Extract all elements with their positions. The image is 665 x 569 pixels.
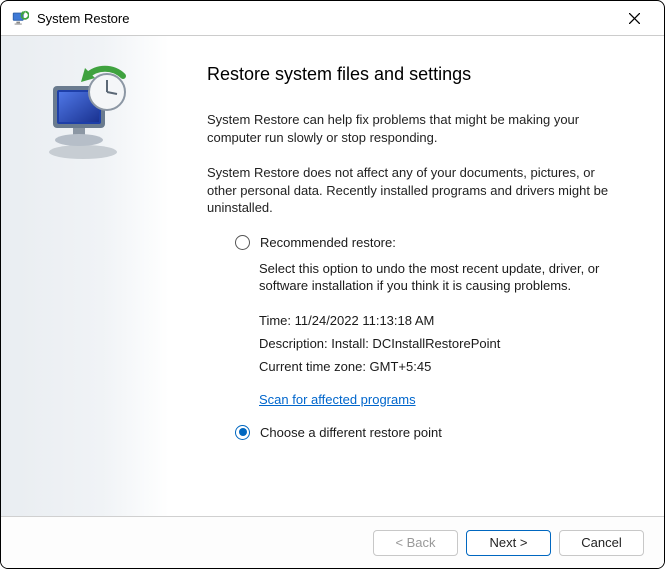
system-restore-icon: [11, 9, 29, 27]
titlebar-title: System Restore: [37, 11, 614, 26]
choose-different-restore-option[interactable]: Choose a different restore point: [235, 425, 626, 440]
restore-options: Recommended restore: Select this option …: [235, 235, 626, 440]
restore-description: Description: Install: DCInstallRestorePo…: [259, 336, 626, 351]
scan-affected-programs-link[interactable]: Scan for affected programs: [259, 392, 416, 407]
body-area: Restore system files and settings System…: [1, 36, 664, 516]
system-restore-dialog: System Restore: [0, 0, 665, 569]
radio-icon: [235, 425, 250, 440]
recommended-restore-option[interactable]: Recommended restore:: [235, 235, 626, 250]
cancel-button[interactable]: Cancel: [559, 530, 644, 556]
restore-timezone: Current time zone: GMT+5:45: [259, 359, 626, 374]
recommended-restore-desc: Select this option to undo the most rece…: [259, 260, 626, 295]
close-button[interactable]: [614, 4, 654, 32]
button-bar: < Back Next > Cancel: [1, 516, 664, 568]
next-button[interactable]: Next >: [466, 530, 551, 556]
content-panel: Restore system files and settings System…: [169, 36, 664, 516]
page-heading: Restore system files and settings: [207, 64, 626, 85]
restore-illustration-icon: [35, 64, 135, 164]
radio-icon: [235, 235, 250, 250]
titlebar: System Restore: [1, 1, 664, 36]
side-panel: [1, 36, 169, 516]
intro-paragraph-2: System Restore does not affect any of yo…: [207, 164, 626, 217]
intro-paragraph-1: System Restore can help fix problems tha…: [207, 111, 626, 146]
back-button: < Back: [373, 530, 458, 556]
choose-different-label: Choose a different restore point: [260, 425, 442, 440]
restore-time: Time: 11/24/2022 11:13:18 AM: [259, 313, 626, 328]
recommended-restore-label: Recommended restore:: [260, 235, 396, 250]
